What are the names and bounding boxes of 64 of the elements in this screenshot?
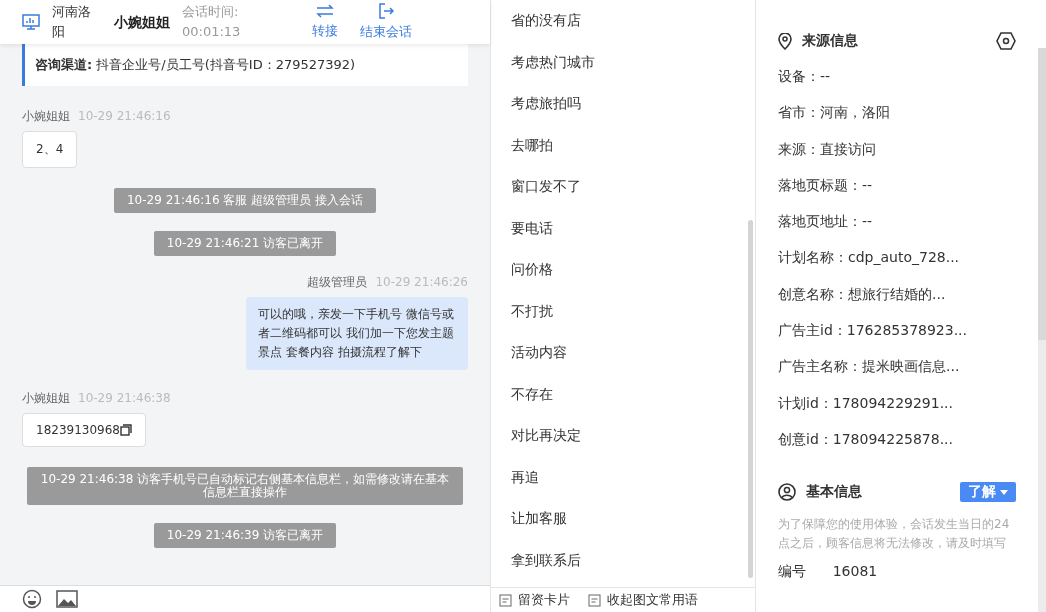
monitor-icon	[22, 14, 40, 30]
visitor-name: 小婉姐姐	[114, 13, 170, 31]
quick-action-button[interactable]: 收起图文常用语	[588, 591, 698, 609]
info-row-text: 设备：--	[778, 67, 832, 86]
message-time: 10-29 21:46:38	[78, 391, 171, 405]
sender-name: 小婉姐姐	[22, 391, 70, 405]
quick-reply-item[interactable]: 窗口发不了	[511, 166, 755, 208]
session-time: 会话时间: 00:01:13	[182, 3, 242, 41]
channel-card: 咨询渠道: 抖音企业号/员工号(抖音号ID：279527392)	[22, 44, 468, 86]
quick-reply-item[interactable]: 拿到联系后	[511, 539, 755, 581]
info-note: 为了保障您的使用体验，会话发生当日的24点之后，顾客信息将无法修改，请及时填写	[778, 516, 1011, 553]
quick-reply-item[interactable]: 要电话	[511, 207, 755, 249]
location-pin-icon	[778, 32, 792, 50]
quick-reply-item[interactable]: 问价格	[511, 249, 755, 291]
quick-reply-item[interactable]: 考虑热门城市	[511, 41, 755, 83]
system-message: 10-29 21:46:16 客服 超级管理员 接入会话	[114, 188, 376, 213]
info-row-text: 编号 16081	[778, 562, 879, 582]
info-row-text: 计划名称：cdp_auto_728...	[778, 248, 961, 268]
info-row-text: 落地页标题：--	[778, 175, 874, 195]
system-message: 10-29 21:46:38 访客手机号已自动标记右侧基本信息栏，如需修改请在基本信息栏直接操作	[27, 467, 463, 505]
info-row-text: 广告主名称：提米映画信息...	[778, 357, 961, 377]
quick-reply-item[interactable]: 省的没有店	[511, 0, 755, 42]
section-title: 来源信息	[802, 32, 858, 50]
quick-action-button[interactable]: 留资卡片	[499, 591, 570, 609]
message-bubble: 可以的哦，亲发一下手机号 微信号或者二维码都可以 我们加一下您发主题景点 套餐内容 拍摄流程了解下	[246, 297, 468, 370]
message-time: 10-29 21:46:16	[78, 109, 171, 123]
message-time: 10-29 21:46:26	[375, 275, 468, 289]
message-bubble: 2、4	[22, 131, 78, 168]
info-row-text: 创意名称：想旅行结婚的...	[778, 284, 947, 304]
info-row-text: 创意id：178094225878...	[778, 429, 954, 449]
quick-reply-item[interactable]: 不存在	[511, 373, 755, 415]
emoji-icon[interactable]	[22, 589, 42, 609]
document-icon	[588, 593, 601, 607]
document-icon	[499, 593, 512, 607]
info-row-text: 广告主id：176285378923...	[778, 321, 968, 341]
visitor-location: 河南洛阳	[52, 3, 92, 41]
section-title: 基本信息	[806, 483, 862, 502]
scrollbar[interactable]	[748, 220, 753, 578]
copy-icon[interactable]	[120, 424, 132, 436]
info-row-text: 计划id：178094229291...	[778, 393, 954, 413]
end-button[interactable]: 结束会话	[360, 3, 412, 41]
info-row-text: 落地页地址：--	[778, 212, 874, 232]
image-icon[interactable]	[56, 590, 78, 608]
quick-reply-item[interactable]: 考虑旅拍吗	[511, 83, 755, 125]
swap-icon	[316, 4, 334, 18]
sender-name: 超级管理员	[307, 275, 368, 289]
quick-reply-item[interactable]: 去哪拍	[511, 124, 755, 166]
scrollbar[interactable]	[1038, 48, 1046, 340]
transfer-button[interactable]: 转接	[312, 4, 338, 40]
quick-reply-item[interactable]: 不打扰	[511, 290, 755, 332]
info-row-text: 省市：河南，洛阳	[778, 103, 891, 123]
settings-icon[interactable]	[996, 32, 1016, 50]
quick-reply-item[interactable]: 活动内容	[511, 332, 755, 374]
caret-icon	[1000, 489, 1008, 495]
system-message: 10-29 21:46:39 访客已离开	[153, 523, 337, 548]
info-row-text: 来源：直接访问	[778, 139, 877, 159]
system-message: 10-29 21:46:21 访客已离开	[153, 231, 337, 256]
sender-name: 小婉姐姐	[22, 109, 70, 123]
quick-reply-item[interactable]: 对比再决定	[511, 415, 755, 457]
user-icon	[778, 483, 796, 502]
message-bubble: 18239130968	[22, 413, 146, 447]
exit-icon	[378, 3, 394, 19]
quick-reply-item[interactable]: 让加客服	[511, 498, 755, 540]
quick-reply-item[interactable]: 再追	[511, 456, 755, 498]
